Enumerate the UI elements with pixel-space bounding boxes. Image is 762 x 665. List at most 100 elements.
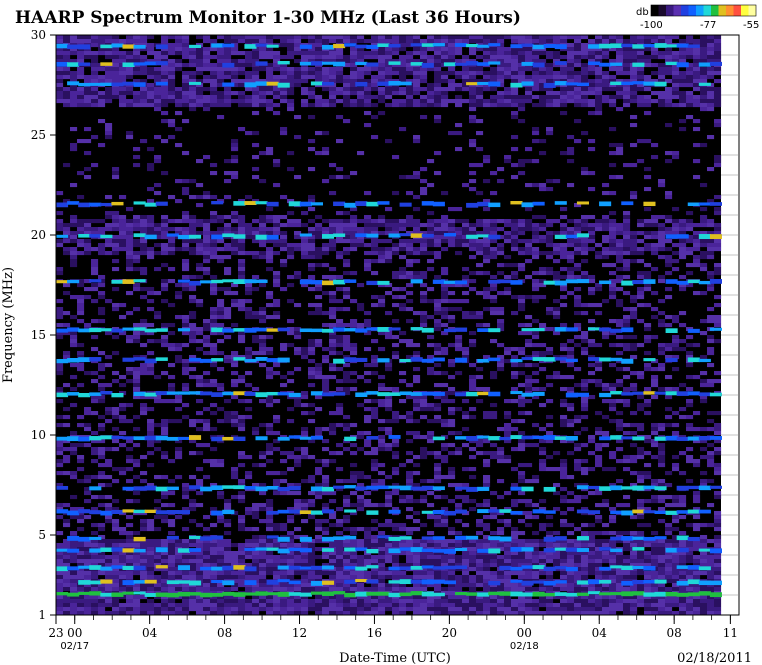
noise-cell — [385, 499, 393, 504]
noise-cell — [196, 87, 204, 92]
noise-cell — [623, 459, 631, 464]
noise-cell — [70, 35, 78, 40]
noise-cell — [175, 47, 183, 52]
noise-cell — [385, 363, 393, 368]
noise-cell — [504, 95, 512, 100]
noise-cell — [399, 175, 407, 180]
noise-cell — [119, 75, 127, 80]
noise-cell — [651, 427, 659, 432]
noise-cell — [476, 387, 484, 392]
noise-cell — [581, 379, 589, 384]
noise-cell — [441, 519, 449, 524]
noise-cell — [266, 443, 274, 448]
noise-cell — [322, 379, 330, 384]
noise-cell — [693, 79, 701, 84]
noise-cell — [434, 451, 442, 456]
noise-cell — [196, 239, 204, 244]
noise-cell — [287, 103, 295, 108]
noise-cell — [455, 35, 463, 40]
noise-cell — [637, 71, 645, 76]
noise-cell — [490, 307, 498, 312]
noise-cell — [588, 319, 596, 324]
noise-cell — [168, 479, 176, 484]
noise-cell — [147, 103, 155, 108]
noise-cell — [336, 239, 344, 244]
noise-cell — [406, 259, 414, 264]
noise-cell — [245, 507, 253, 512]
noise-cell — [154, 375, 162, 380]
noise-cell — [427, 223, 435, 228]
noise-cell — [273, 315, 281, 320]
noise-cell — [231, 171, 239, 176]
noise-cell — [462, 291, 470, 296]
noise-cell — [420, 295, 428, 300]
noise-cell — [364, 39, 372, 44]
noise-cell — [469, 227, 477, 232]
noise-cell — [399, 295, 407, 300]
noise-cell — [630, 231, 638, 236]
noise-cell — [266, 423, 274, 428]
noise-cell — [259, 311, 267, 316]
noise-cell — [497, 363, 505, 368]
noise-cell — [434, 255, 442, 260]
noise-cell — [77, 443, 85, 448]
noise-cell — [294, 35, 302, 40]
noise-cell — [182, 119, 190, 124]
noise-cell — [616, 479, 624, 484]
noise-cell — [238, 71, 246, 76]
noise-cell — [406, 439, 414, 444]
noise-cell — [413, 135, 421, 140]
noise-cell — [686, 39, 694, 44]
noise-cell — [84, 87, 92, 92]
noise-cell — [70, 251, 78, 256]
noise-cell — [189, 219, 197, 224]
noise-cell — [371, 411, 379, 416]
noise-cell — [112, 523, 120, 528]
noise-cell — [434, 515, 442, 520]
noise-cell — [476, 131, 484, 136]
noise-cell — [217, 215, 225, 220]
noise-cell — [280, 71, 288, 76]
noise-cell — [399, 87, 407, 92]
noise-cell — [616, 287, 624, 292]
noise-cell — [567, 99, 575, 104]
noise-cell — [525, 47, 533, 52]
noise-cell — [707, 107, 715, 112]
noise-cell — [189, 231, 197, 236]
noise-cell — [602, 399, 610, 404]
noise-cell — [455, 407, 463, 412]
noise-cell — [329, 71, 337, 76]
noise-cell — [427, 491, 435, 496]
noise-cell — [133, 223, 141, 228]
noise-cell — [483, 75, 491, 80]
noise-cell — [469, 71, 477, 76]
noise-cell — [581, 75, 589, 80]
noise-cell — [98, 503, 106, 508]
noise-cell — [329, 191, 337, 196]
noise-cell — [238, 271, 246, 276]
noise-cell — [259, 319, 267, 324]
noise-cell — [623, 403, 631, 408]
noise-cell — [371, 467, 379, 472]
noise-cell — [518, 239, 526, 244]
noise-cell — [532, 251, 540, 256]
noise-cell — [224, 531, 232, 536]
noise-cell — [77, 239, 85, 244]
noise-cell — [609, 319, 617, 324]
noise-cell — [420, 247, 428, 252]
noise-cell — [98, 387, 106, 392]
noise-cell — [315, 287, 323, 292]
noise-cell — [77, 351, 85, 356]
noise-cell — [217, 59, 225, 64]
noise-cell — [525, 87, 533, 92]
noise-cell — [525, 499, 533, 504]
noise-cell — [77, 103, 85, 108]
noise-cell — [630, 431, 638, 436]
noise-cell — [98, 219, 106, 224]
noise-cell — [350, 67, 358, 72]
noise-cell — [700, 455, 708, 460]
noise-cell — [147, 163, 155, 168]
noise-cell — [518, 471, 526, 476]
noise-cell — [581, 131, 589, 136]
noise-cell — [140, 35, 148, 40]
